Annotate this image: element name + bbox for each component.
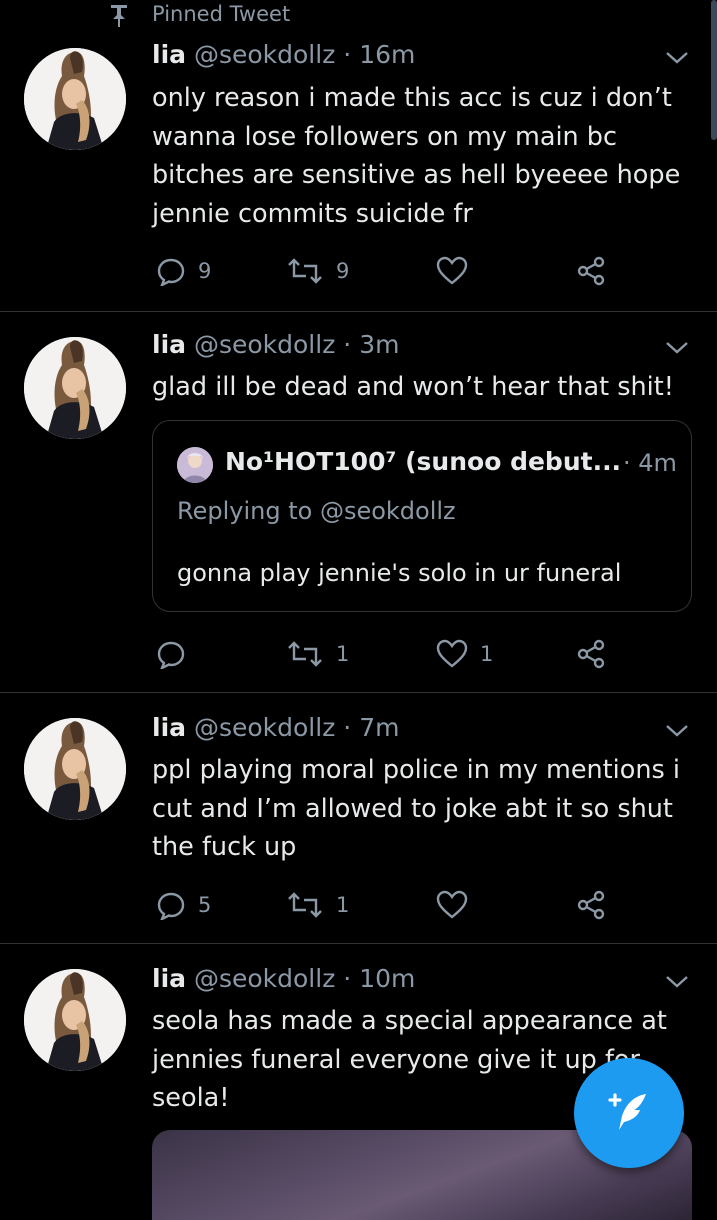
- quoted-tweet[interactable]: No¹HOT100⁷ (sunoo debut... · 4m Replying…: [152, 420, 692, 612]
- timestamp[interactable]: 10m: [359, 964, 415, 993]
- separator-dot: ·: [343, 964, 352, 993]
- tweet-text-line: jennie commits suicide fr: [152, 198, 473, 229]
- tweet[interactable]: lia @seokdollz · 16m only reason i made …: [0, 0, 717, 311]
- replying-to-handle[interactable]: @seokdollz: [320, 497, 456, 525]
- tweet-text-line: ppl playing moral police in my mentions …: [152, 755, 681, 785]
- share-button[interactable]: [576, 888, 606, 922]
- avatar[interactable]: [24, 969, 126, 1071]
- reply-button[interactable]: 9: [156, 254, 211, 288]
- tweet-header: lia @seokdollz · 10m: [152, 964, 415, 993]
- reply-count: 9: [198, 259, 212, 283]
- display-name[interactable]: lia: [152, 40, 186, 69]
- tweet-text-line: cut and I’m allowed to joke abt it so sh…: [152, 793, 673, 824]
- chevron-down-icon[interactable]: [664, 340, 690, 356]
- timestamp[interactable]: 16m: [359, 40, 415, 69]
- avatar[interactable]: [24, 48, 126, 150]
- reply-button[interactable]: 5: [156, 888, 211, 922]
- display-name[interactable]: lia: [152, 964, 186, 993]
- tweet[interactable]: lia @seokdollz · 3m glad ill be dead and…: [0, 312, 717, 692]
- user-handle[interactable]: @seokdollz: [194, 330, 335, 359]
- separator-dot: ·: [343, 330, 352, 359]
- user-handle[interactable]: @seokdollz: [194, 713, 335, 742]
- quoted-tweet-text: gonna play jennie's solo in ur funeral: [177, 559, 622, 587]
- chevron-down-icon[interactable]: [664, 974, 690, 990]
- timestamp[interactable]: 3m: [359, 330, 399, 359]
- quoted-timestamp: · 4m: [623, 449, 677, 477]
- share-icon: [577, 256, 605, 286]
- retweet-button[interactable]: 9: [286, 254, 349, 288]
- tweet-text: glad ill be dead and won’t hear that shi…: [152, 368, 702, 407]
- tweet-text-line: seola has made a special appearance at: [152, 1006, 667, 1036]
- retweet-button[interactable]: 1: [286, 888, 349, 922]
- tweet-text: ppl playing moral police in my mentions …: [152, 751, 702, 867]
- compose-tweet-button[interactable]: [574, 1058, 684, 1168]
- display-name[interactable]: lia: [152, 330, 186, 359]
- display-name[interactable]: lia: [152, 713, 186, 742]
- like-button[interactable]: 1: [436, 637, 493, 671]
- retweet-count: 1: [336, 893, 350, 917]
- tweet-text-line: glad ill be dead and won’t hear that shi…: [152, 372, 674, 402]
- tweet[interactable]: lia @seokdollz · 7m ppl playing moral po…: [0, 693, 717, 943]
- avatar[interactable]: [24, 718, 126, 820]
- tweet-text-line: bitches are sensitive as hell byeeee hop…: [152, 160, 681, 190]
- user-handle[interactable]: @seokdollz: [194, 40, 335, 69]
- heart-icon: [436, 639, 468, 668]
- tweet-actions: 5 1: [152, 888, 622, 922]
- reply-button[interactable]: [156, 637, 198, 671]
- like-count: 1: [480, 642, 494, 666]
- chevron-down-icon[interactable]: [664, 723, 690, 739]
- reply-count: 5: [198, 893, 212, 917]
- heart-icon: [436, 256, 468, 285]
- quoted-avatar: [177, 447, 213, 483]
- chevron-down-icon[interactable]: [664, 50, 690, 66]
- retweet-count: 1: [336, 642, 350, 666]
- tweet-text-line: wanna lose followers on my main bc: [152, 121, 618, 152]
- compose-tweet-icon: [608, 1093, 646, 1130]
- tweet-text-line: the fuck up: [152, 832, 297, 862]
- share-icon: [577, 890, 605, 920]
- quoted-display-name: No¹HOT100⁷ (sunoo debut...: [225, 447, 622, 476]
- reply-icon: [157, 641, 185, 669]
- heart-icon: [436, 890, 468, 919]
- share-icon: [577, 639, 605, 669]
- tweet-actions: 9 9: [152, 254, 622, 288]
- like-button[interactable]: [436, 888, 480, 922]
- tweet-actions: 1 1: [152, 637, 622, 671]
- retweet-button[interactable]: 1: [286, 637, 349, 671]
- separator-dot: ·: [343, 713, 352, 742]
- like-button[interactable]: [436, 254, 480, 288]
- timestamp[interactable]: 7m: [359, 713, 399, 742]
- retweet-icon: [288, 892, 322, 918]
- tweet-header: lia @seokdollz · 3m: [152, 330, 399, 359]
- replying-to: Replying to @seokdollz: [177, 497, 456, 525]
- avatar[interactable]: [24, 337, 126, 439]
- tweet-text: only reason i made this acc is cuz i don…: [152, 79, 702, 233]
- retweet-count: 9: [336, 259, 350, 283]
- tweet-text-line: only reason i made this acc is cuz i don…: [152, 83, 672, 113]
- reply-icon: [157, 892, 185, 920]
- replying-to-prefix: Replying to: [177, 497, 320, 525]
- share-button[interactable]: [576, 637, 606, 671]
- share-button[interactable]: [576, 254, 606, 288]
- user-handle[interactable]: @seokdollz: [194, 964, 335, 993]
- tweet-header: lia @seokdollz · 16m: [152, 40, 415, 69]
- separator-dot: ·: [343, 40, 352, 69]
- tweet-header: lia @seokdollz · 7m: [152, 713, 399, 742]
- reply-icon: [157, 258, 185, 286]
- retweet-icon: [288, 258, 322, 284]
- retweet-icon: [288, 641, 322, 667]
